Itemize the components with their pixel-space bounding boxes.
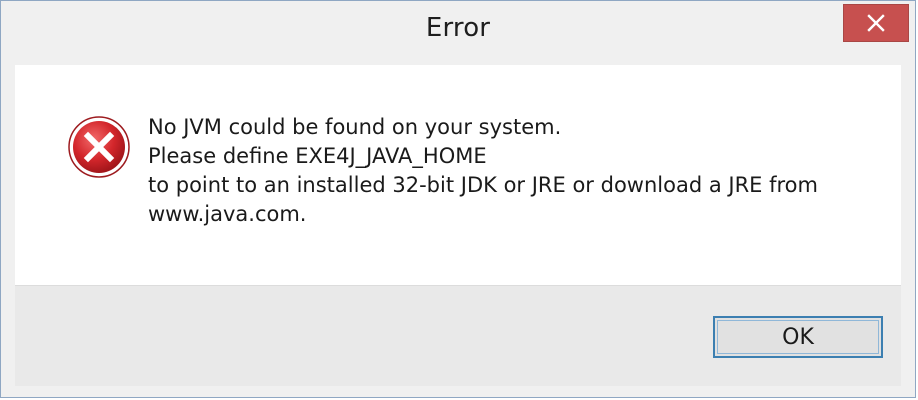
dialog-title: Error [425, 13, 491, 43]
error-icon [67, 115, 131, 179]
message-line: to point to an installed 32-bit JDK or J… [148, 173, 818, 197]
message-line: www.java.com. [148, 202, 307, 226]
error-message: No JVM could be found on your system. Pl… [148, 113, 818, 229]
title-bar[interactable]: Error [1, 1, 915, 63]
error-dialog: Error No JVM could be found on your syst… [0, 0, 916, 398]
message-area: No JVM could be found on your system. Pl… [15, 65, 901, 285]
message-line: Please define EXE4J_JAVA_HOME [148, 144, 487, 168]
close-icon [867, 14, 885, 32]
ok-button[interactable]: OK [713, 316, 883, 358]
button-bar: OK [15, 285, 901, 386]
close-button[interactable] [843, 4, 909, 42]
message-line: No JVM could be found on your system. [148, 115, 562, 139]
